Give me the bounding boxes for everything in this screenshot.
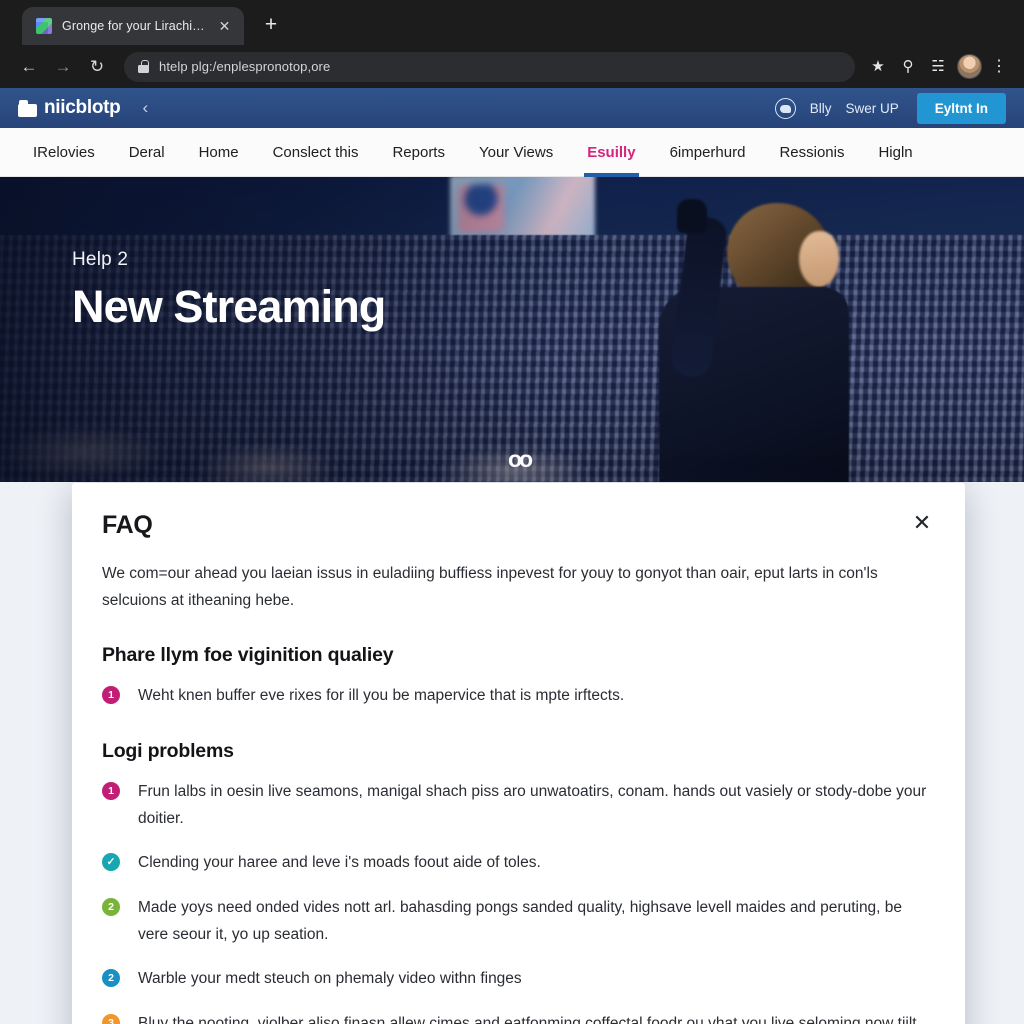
list-item: 1 Frun lalbs in oesin live seamons, mani… <box>102 779 935 832</box>
section-heading-0: Phare llym foe viginition qualiey <box>102 644 394 667</box>
hero-kicker: Help 2 <box>72 249 129 270</box>
bullet-list-0: 1 Weht knen buffer eve rixes for ill you… <box>102 683 935 710</box>
star-icon[interactable]: ★ <box>863 52 893 82</box>
bullet-marker: 1 <box>102 781 120 800</box>
nav-item-8[interactable]: Ressionis <box>762 128 861 177</box>
browser-tab[interactable]: Gronge for your Lirachioaots ✕ <box>22 7 244 45</box>
hero-copy: Help 2 New Streaming <box>72 249 386 333</box>
header-actions: Blly Swer UP Eyltnt In <box>774 92 1006 124</box>
bullet-text: Clending your haree and leve i's moads f… <box>138 854 541 872</box>
browser-tab-title: Gronge for your Lirachioaots <box>62 19 206 33</box>
brand-name: niicblotp <box>44 97 121 118</box>
briefcase-icon <box>18 99 37 117</box>
bullet-marker: 2 <box>102 897 120 916</box>
nav-item-0[interactable]: IRelovies <box>16 128 112 177</box>
brand-logo[interactable]: niicblotp <box>18 97 121 119</box>
browser-window: Gronge for your Lirachioaots ✕ + ← → ↻ h… <box>0 0 1024 1024</box>
nav-item-1[interactable]: Deral <box>112 128 182 177</box>
section-heading-1: Logi problems <box>102 739 234 762</box>
bullet-text: Bluy the nooting, violber aliso finasn a… <box>138 1014 917 1024</box>
puzzle-icon[interactable]: ⚲ <box>893 52 923 82</box>
browser-omnibar: ← → ↻ htelp plg:/enplespronotop,ore ★ ⚲ … <box>0 45 1024 88</box>
bullet-list-1: 1 Frun lalbs in oesin live seamons, mani… <box>102 779 935 1024</box>
url-text: htelp plg:/enplespronotop,ore <box>159 59 331 74</box>
plus-icon[interactable]: + <box>256 11 286 41</box>
bullet-marker: 2 <box>102 969 120 988</box>
hero-banner: Help 2 New Streaming <box>0 177 1024 482</box>
list-item: 2 Made yoys need onded vides nott arl. b… <box>102 895 935 948</box>
list-item: 3 Bluy the nooting, violber aliso finasn… <box>102 1011 935 1024</box>
bullet-marker: ✓ <box>102 853 120 872</box>
sign-in-button[interactable]: Eyltnt In <box>916 92 1006 124</box>
page-viewport: niicblotp ‹ Blly Swer UP Eyltnt In IRelo… <box>0 88 1024 1024</box>
header-link-1[interactable]: Blly <box>810 101 832 116</box>
browser-tab-strip: Gronge for your Lirachioaots ✕ + <box>0 0 1024 45</box>
nav-item-2[interactable]: Home <box>182 128 256 177</box>
main-navigation: IRelovies Deral Home Conslect this Repor… <box>0 128 1024 177</box>
tray-icon[interactable]: ☵ <box>923 52 953 82</box>
arrow-left-icon[interactable]: ← <box>12 50 46 84</box>
bullet-text: Weht knen buffer eve rixes for ill you b… <box>138 687 625 705</box>
close-icon[interactable]: ✕ <box>909 511 935 537</box>
url-bar[interactable]: htelp plg:/enplespronotop,ore <box>124 51 855 82</box>
grid-favicon-icon <box>36 18 52 34</box>
chat-bubble-icon[interactable] <box>774 97 796 119</box>
site-header: niicblotp ‹ Blly Swer UP Eyltnt In <box>0 88 1024 128</box>
bullet-text: Frun lalbs in oesin live seamons, maniga… <box>138 782 927 827</box>
chevron-left-icon[interactable]: ‹ <box>142 98 148 118</box>
nav-item-6-active[interactable]: Esuilly <box>570 128 652 177</box>
modal-header: FAQ ✕ <box>102 511 935 540</box>
list-item: 1 Weht knen buffer eve rixes for ill you… <box>102 683 935 710</box>
reload-icon[interactable]: ↻ <box>80 50 114 84</box>
bullet-text: Made yoys need onded vides nott arl. bah… <box>138 898 903 943</box>
modal-title: FAQ <box>102 511 153 539</box>
hero-title: New Streaming <box>72 281 386 332</box>
arrow-right-icon[interactable]: → <box>46 50 80 84</box>
kebab-menu-icon[interactable]: ⋮ <box>986 52 1012 82</box>
close-icon[interactable]: ✕ <box>216 18 233 35</box>
bullet-marker: 3 <box>102 1013 120 1024</box>
bullet-text: Warble your medt steuch on phemaly video… <box>138 970 522 988</box>
nav-item-4[interactable]: Reports <box>375 128 462 177</box>
nav-item-3[interactable]: Conslect this <box>256 128 376 177</box>
bullet-marker: 1 <box>102 686 120 705</box>
hero-badge: oo <box>508 446 533 472</box>
modal-intro-text: We com=our ahead you laeian issus in eul… <box>102 565 878 610</box>
header-link-2[interactable]: Swer UP <box>845 101 898 116</box>
nav-item-9[interactable]: Higln <box>861 128 929 177</box>
nav-item-7[interactable]: 6imperhurd <box>653 128 763 177</box>
lock-icon <box>138 60 149 73</box>
list-item: 2 Warble your medt steuch on phemaly vid… <box>102 966 935 993</box>
nav-item-5[interactable]: Your Views <box>462 128 570 177</box>
list-item: ✓ Clending your haree and leve i's moads… <box>102 850 935 877</box>
faq-modal: FAQ ✕ We com=our ahead you laeian issus … <box>72 483 965 1024</box>
avatar-icon[interactable] <box>957 54 982 79</box>
